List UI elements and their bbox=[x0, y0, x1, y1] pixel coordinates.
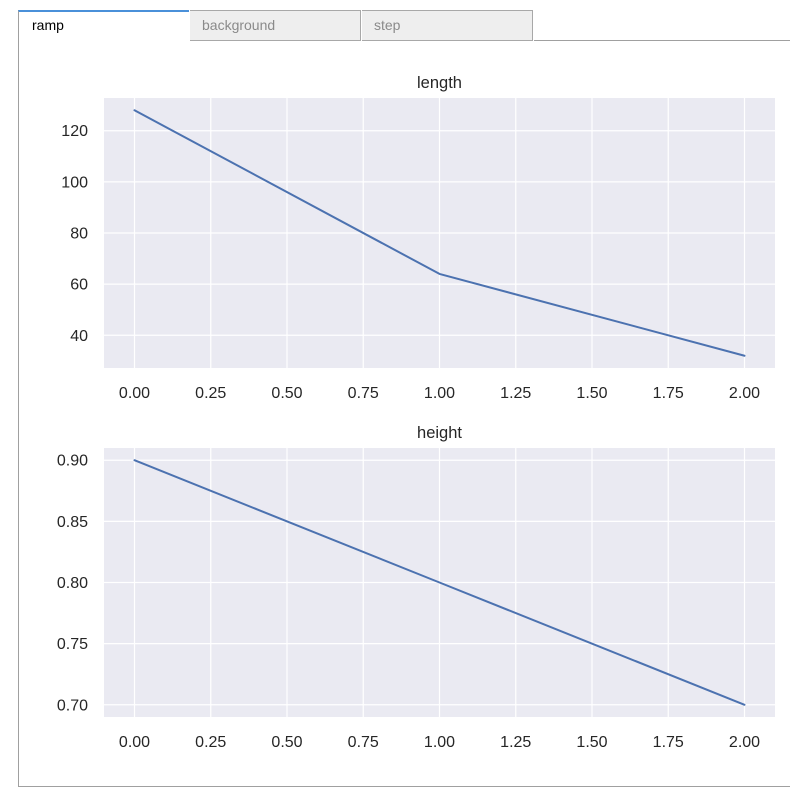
y-tick-label: 40 bbox=[70, 328, 88, 345]
x-tick-label: 0.00 bbox=[119, 385, 150, 402]
chart-length: 0.00 0.25 0.50 0.75 1.00 1.25 1.50 1.75 2.00 40 60… bbox=[61, 74, 775, 402]
chart-height: 0.00 0.25 0.50 0.75 1.00 1.25 1.50 1.75 2.00 0.70… bbox=[57, 424, 775, 751]
chart-title: height bbox=[417, 424, 462, 442]
x-tick-label: 1.00 bbox=[424, 734, 455, 751]
x-tick-label: 0.00 bbox=[119, 734, 150, 751]
x-tick-label: 0.75 bbox=[348, 385, 379, 402]
y-tick-label: 120 bbox=[61, 123, 88, 140]
x-tick-label: 0.50 bbox=[271, 385, 302, 402]
chart-title: length bbox=[417, 74, 462, 92]
x-tick-label: 0.75 bbox=[348, 734, 379, 751]
x-tick-label: 0.50 bbox=[271, 734, 302, 751]
y-tick-label: 0.75 bbox=[57, 636, 88, 653]
x-tick-label: 0.25 bbox=[195, 385, 226, 402]
y-tick-label: 0.90 bbox=[57, 453, 88, 470]
x-tick-label: 1.50 bbox=[576, 734, 607, 751]
x-tick-label: 1.25 bbox=[500, 385, 531, 402]
x-tick-label: 1.50 bbox=[576, 385, 607, 402]
x-tick-label: 1.25 bbox=[500, 734, 531, 751]
y-tick-label: 80 bbox=[70, 226, 88, 243]
x-tick-label: 1.75 bbox=[653, 734, 684, 751]
x-tick-label: 2.00 bbox=[729, 385, 760, 402]
charts-canvas: 0.00 0.25 0.50 0.75 1.00 1.25 1.50 1.75 2.00 40 60… bbox=[57, 74, 775, 751]
y-tick-label: 60 bbox=[70, 277, 88, 294]
y-tick-label: 0.85 bbox=[57, 514, 88, 531]
x-tick-label: 1.00 bbox=[424, 385, 455, 402]
x-tick-label: 1.75 bbox=[653, 385, 684, 402]
x-tick-label: 2.00 bbox=[729, 734, 760, 751]
y-tick-label: 0.70 bbox=[57, 697, 88, 714]
y-tick-label: 100 bbox=[61, 174, 88, 191]
y-tick-label: 0.80 bbox=[57, 575, 88, 592]
x-tick-label: 0.25 bbox=[195, 734, 226, 751]
